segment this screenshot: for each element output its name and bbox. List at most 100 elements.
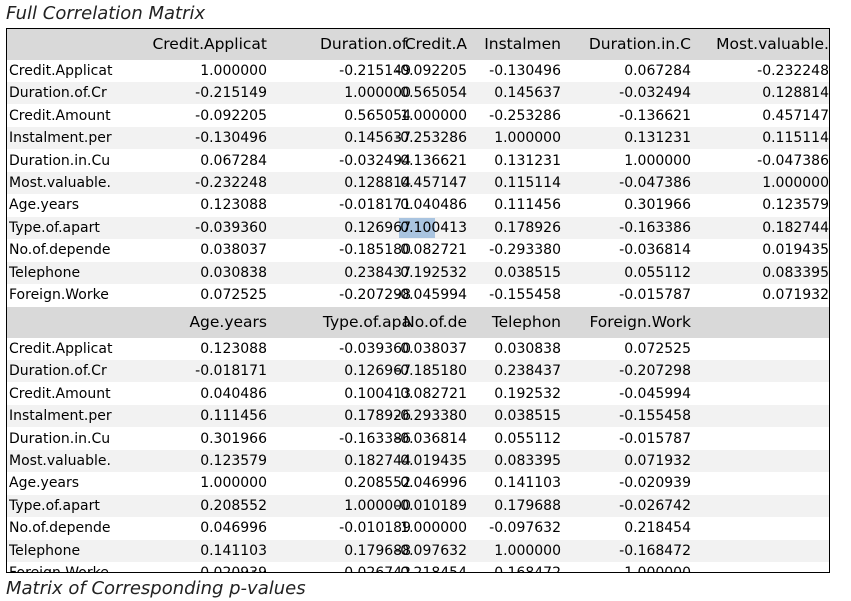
matrix-cell[interactable]: -0.036814 <box>565 239 691 261</box>
matrix-cell[interactable]: -0.036814 <box>391 428 467 450</box>
matrix-cell[interactable]: 1.000000 <box>131 60 267 82</box>
row-label[interactable]: Most.valuable. <box>9 172 129 194</box>
matrix-cell[interactable]: 0.141103 <box>131 540 267 562</box>
matrix-cell[interactable]: -0.045994 <box>565 383 691 405</box>
matrix-cell[interactable]: -0.026742 <box>271 562 411 572</box>
column-header[interactable]: Type.of.apa <box>271 307 411 338</box>
matrix-cell[interactable]: -0.097632 <box>469 517 561 539</box>
row-label[interactable]: Telephone <box>9 262 129 284</box>
row-label[interactable]: Instalment.per <box>9 405 129 427</box>
matrix-cell[interactable]: 0.030838 <box>469 338 561 360</box>
matrix-cell[interactable]: 0.123579 <box>131 450 267 472</box>
row-label[interactable]: Foreign.Worke <box>9 562 129 572</box>
matrix-cell[interactable]: 0.115114 <box>469 172 561 194</box>
matrix-cell[interactable]: 0.019435 <box>695 239 829 261</box>
matrix-cell[interactable]: 0.131231 <box>469 150 561 172</box>
matrix-cell[interactable]: 0.238437 <box>469 360 561 382</box>
matrix-cell[interactable]: -0.018171 <box>131 360 267 382</box>
matrix-cell[interactable]: 0.123088 <box>131 338 267 360</box>
matrix-cell[interactable]: -0.018171 <box>271 194 411 216</box>
matrix-cell[interactable]: 0.457147 <box>391 172 467 194</box>
matrix-cell[interactable]: 1.000000 <box>271 495 411 517</box>
row-label[interactable]: Duration.in.Cu <box>9 428 129 450</box>
row-label[interactable]: Type.of.apart <box>9 495 129 517</box>
matrix-cell[interactable]: 0.071932 <box>565 450 691 472</box>
matrix-cell[interactable]: -0.215149 <box>271 60 411 82</box>
matrix-cell[interactable]: 0.055112 <box>469 428 561 450</box>
matrix-cell[interactable]: 0.019435 <box>391 450 467 472</box>
matrix-cell[interactable]: 0.179688 <box>271 540 411 562</box>
column-header[interactable]: Credit.A <box>391 29 467 60</box>
matrix-cell[interactable]: -0.253286 <box>391 127 467 149</box>
matrix-cell[interactable]: 0.141103 <box>469 472 561 494</box>
matrix-cell[interactable]: 1.000000 <box>391 517 467 539</box>
row-label[interactable]: Credit.Applicat <box>9 338 129 360</box>
matrix-cell[interactable]: 0.046996 <box>391 472 467 494</box>
matrix-cell[interactable]: 0.128814 <box>695 82 829 104</box>
matrix-cell[interactable]: 1.000000 <box>469 127 561 149</box>
matrix-cell[interactable]: -0.032494 <box>565 82 691 104</box>
row-label[interactable]: Duration.of.Cr <box>9 82 129 104</box>
matrix-cell[interactable]: 1.000000 <box>469 540 561 562</box>
matrix-cell[interactable]: 0.040486 <box>131 383 267 405</box>
column-header[interactable]: Age.years <box>131 307 267 338</box>
matrix-cell[interactable]: 0.100413 <box>271 383 411 405</box>
matrix-cell[interactable]: 0.082721 <box>391 239 467 261</box>
column-header[interactable]: Credit.Applicat <box>131 29 267 60</box>
matrix-cell[interactable]: 0.128814 <box>271 172 411 194</box>
matrix-cell[interactable]: 0.179688 <box>469 495 561 517</box>
matrix-cell[interactable]: -0.185180 <box>271 239 411 261</box>
matrix-cell[interactable]: -0.232248 <box>131 172 267 194</box>
matrix-cell[interactable]: 0.238437 <box>271 262 411 284</box>
matrix-cell[interactable]: 0.040486 <box>391 194 467 216</box>
matrix-cell[interactable]: 0.067284 <box>565 60 691 82</box>
matrix-cell[interactable]: 0.072525 <box>565 338 691 360</box>
row-label[interactable]: Instalment.per <box>9 127 129 149</box>
row-label[interactable]: Type.of.apart <box>9 217 129 239</box>
matrix-cell[interactable]: -0.130496 <box>131 127 267 149</box>
row-label[interactable]: Credit.Amount <box>9 105 129 127</box>
row-label[interactable]: Telephone <box>9 540 129 562</box>
matrix-cell[interactable]: -0.020939 <box>565 472 691 494</box>
matrix-cell[interactable]: 0.182744 <box>695 217 829 239</box>
row-label[interactable]: Credit.Amount <box>9 383 129 405</box>
matrix-cell[interactable]: 0.178926 <box>469 217 561 239</box>
matrix-cell[interactable]: 0.145637 <box>469 82 561 104</box>
column-header[interactable]: Duration.in.C <box>565 29 691 60</box>
matrix-cell[interactable]: -0.010189 <box>271 517 411 539</box>
matrix-cell[interactable]: 0.072525 <box>131 284 267 306</box>
matrix-cell[interactable]: -0.047386 <box>695 150 829 172</box>
matrix-cell[interactable]: -0.045994 <box>391 284 467 306</box>
matrix-cell[interactable]: -0.185180 <box>391 360 467 382</box>
column-header[interactable]: Telephon <box>469 307 561 338</box>
matrix-cell[interactable]: -0.168472 <box>469 562 561 572</box>
matrix-cell[interactable]: 0.038037 <box>391 338 467 360</box>
matrix-cell[interactable]: 0.123088 <box>131 194 267 216</box>
matrix-cell[interactable]: -0.253286 <box>469 105 561 127</box>
matrix-cell[interactable]: 0.100413 <box>391 217 467 239</box>
matrix-cell[interactable]: 1.000000 <box>695 172 829 194</box>
matrix-cell[interactable]: -0.092205 <box>131 105 267 127</box>
matrix-cell[interactable]: 0.131231 <box>565 127 691 149</box>
matrix-cell[interactable]: 0.208552 <box>271 472 411 494</box>
matrix-cell[interactable]: 1.000000 <box>565 150 691 172</box>
matrix-cell[interactable]: -0.293380 <box>469 239 561 261</box>
row-label[interactable]: Age.years <box>9 472 129 494</box>
matrix-cell[interactable]: 0.565054 <box>271 105 411 127</box>
column-header[interactable]: Foreign.Work <box>565 307 691 338</box>
column-header[interactable]: Most.valuable. <box>695 29 829 60</box>
matrix-cell[interactable]: -0.130496 <box>469 60 561 82</box>
matrix-cell[interactable]: 0.083395 <box>695 262 829 284</box>
matrix-cell[interactable]: -0.039360 <box>271 338 411 360</box>
matrix-cell[interactable]: -0.136621 <box>565 105 691 127</box>
matrix-cell[interactable]: -0.032494 <box>271 150 411 172</box>
matrix-cell[interactable]: 0.218454 <box>391 562 467 572</box>
matrix-cell[interactable]: -0.097632 <box>391 540 467 562</box>
matrix-cell[interactable]: -0.168472 <box>565 540 691 562</box>
matrix-cell[interactable]: -0.020939 <box>131 562 267 572</box>
matrix-cell[interactable]: -0.092205 <box>391 60 467 82</box>
matrix-cell[interactable]: -0.026742 <box>565 495 691 517</box>
matrix-cell[interactable]: 0.111456 <box>469 194 561 216</box>
matrix-cell[interactable]: -0.215149 <box>131 82 267 104</box>
row-label[interactable]: Duration.of.Cr <box>9 360 129 382</box>
